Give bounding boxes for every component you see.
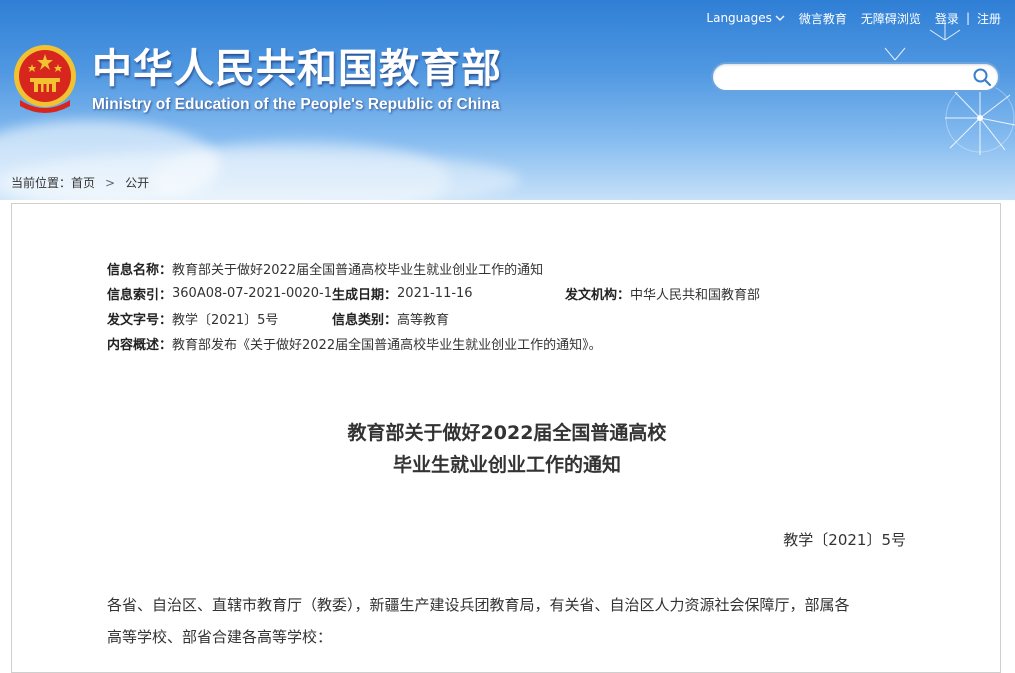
article-body: 各省、自治区、直辖市教育厅（教委），新疆生产建设兵团教育局，有关省、自治区人力资… [107,589,907,653]
article-body-line2: 高等学校、部省合建各高等学校： [107,628,333,646]
meta-date-value: 2021-11-16 [397,286,473,301]
languages-dropdown[interactable]: Languages [706,11,785,25]
content-panel: 信息名称： 教育部关于做好2022届全国普通高校毕业生就业创业工作的通知 信息索… [11,203,1001,673]
site-title: 中华人民共和国教育部 [92,46,502,92]
meta-org-value: 中华人民共和国教育部 [630,288,761,303]
accessibility-link[interactable]: 无障碍浏览 [861,10,921,27]
meta-category-value: 高等教育 [397,313,450,328]
breadcrumb: 当前位置： 首页 > 公开 [11,174,149,191]
meta-date-label: 生成日期： [332,288,398,303]
meta-row-docnum: 发文字号： 教学〔2021〕5号 信息类别： 高等教育 [107,306,760,331]
nav-separator: | [965,11,970,25]
meta-docnum-value: 教学〔2021〕5号 [172,313,279,328]
meta-row-summary: 内容概述： 教育部发布《关于做好2022届全国普通高校毕业生就业创业工作的通知》… [107,331,760,356]
languages-label: Languages [706,11,772,25]
search-box [711,62,1000,92]
info-metadata: 信息名称： 教育部关于做好2022届全国普通高校毕业生就业创业工作的通知 信息索… [107,256,760,356]
site-header: 中华人民共和国教育部 Ministry of Education of the … [0,0,1015,200]
chevron-down-icon [775,15,785,21]
login-link[interactable]: 登录 [935,10,959,27]
article-body-line1: 各省、自治区、直辖市教育厅（教委），新疆生产建设兵团教育局，有关省、自治区人力资… [107,596,850,614]
document-number: 教学〔2021〕5号 [783,531,906,549]
meta-category-label: 信息类别： [332,313,398,328]
breadcrumb-prefix: 当前位置： [11,176,72,190]
article-title-line2: 毕业生就业创业工作的通知 [392,454,621,476]
article-title-line1: 教育部关于做好2022届全国普通高校 [347,422,667,444]
meta-index-value: 360A08-07-2021-0020-1 [172,286,333,301]
meta-row-name: 信息名称： 教育部关于做好2022届全国普通高校毕业生就业创业工作的通知 [107,256,760,281]
meta-name-value: 教育部关于做好2022届全国普通高校毕业生就业创业工作的通知 [172,263,544,278]
search-icon[interactable] [972,67,992,87]
top-navigation: Languages 微言教育 无障碍浏览 登录 | 注册 [706,9,1001,27]
meta-summary-label: 内容概述： [107,338,173,353]
meta-org-label: 发文机构： [565,288,631,303]
search-input[interactable] [725,67,970,87]
breadcrumb-home[interactable]: 首页 [71,174,95,191]
meta-row-index: 信息索引： 360A08-07-2021-0020-1 生成日期： 2021-1… [107,281,760,306]
meta-index-label: 信息索引： [107,288,173,303]
dandelion-decoration [884,20,1015,155]
breadcrumb-arrow-icon: > [105,175,116,190]
meta-summary-value: 教育部发布《关于做好2022届全国普通高校毕业生就业创业工作的通知》。 [172,338,602,353]
site-subtitle: Ministry of Education of the People's Re… [92,96,500,113]
meta-docnum-label: 发文字号： [107,313,173,328]
national-emblem-icon [14,45,76,113]
wechat-link[interactable]: 微言教育 [799,10,847,27]
article-title: 教育部关于做好2022届全国普通高校 毕业生就业创业工作的通知 [12,417,1002,481]
breadcrumb-public[interactable]: 公开 [125,174,149,191]
register-link[interactable]: 注册 [977,10,1001,27]
meta-name-label: 信息名称： [107,263,173,278]
